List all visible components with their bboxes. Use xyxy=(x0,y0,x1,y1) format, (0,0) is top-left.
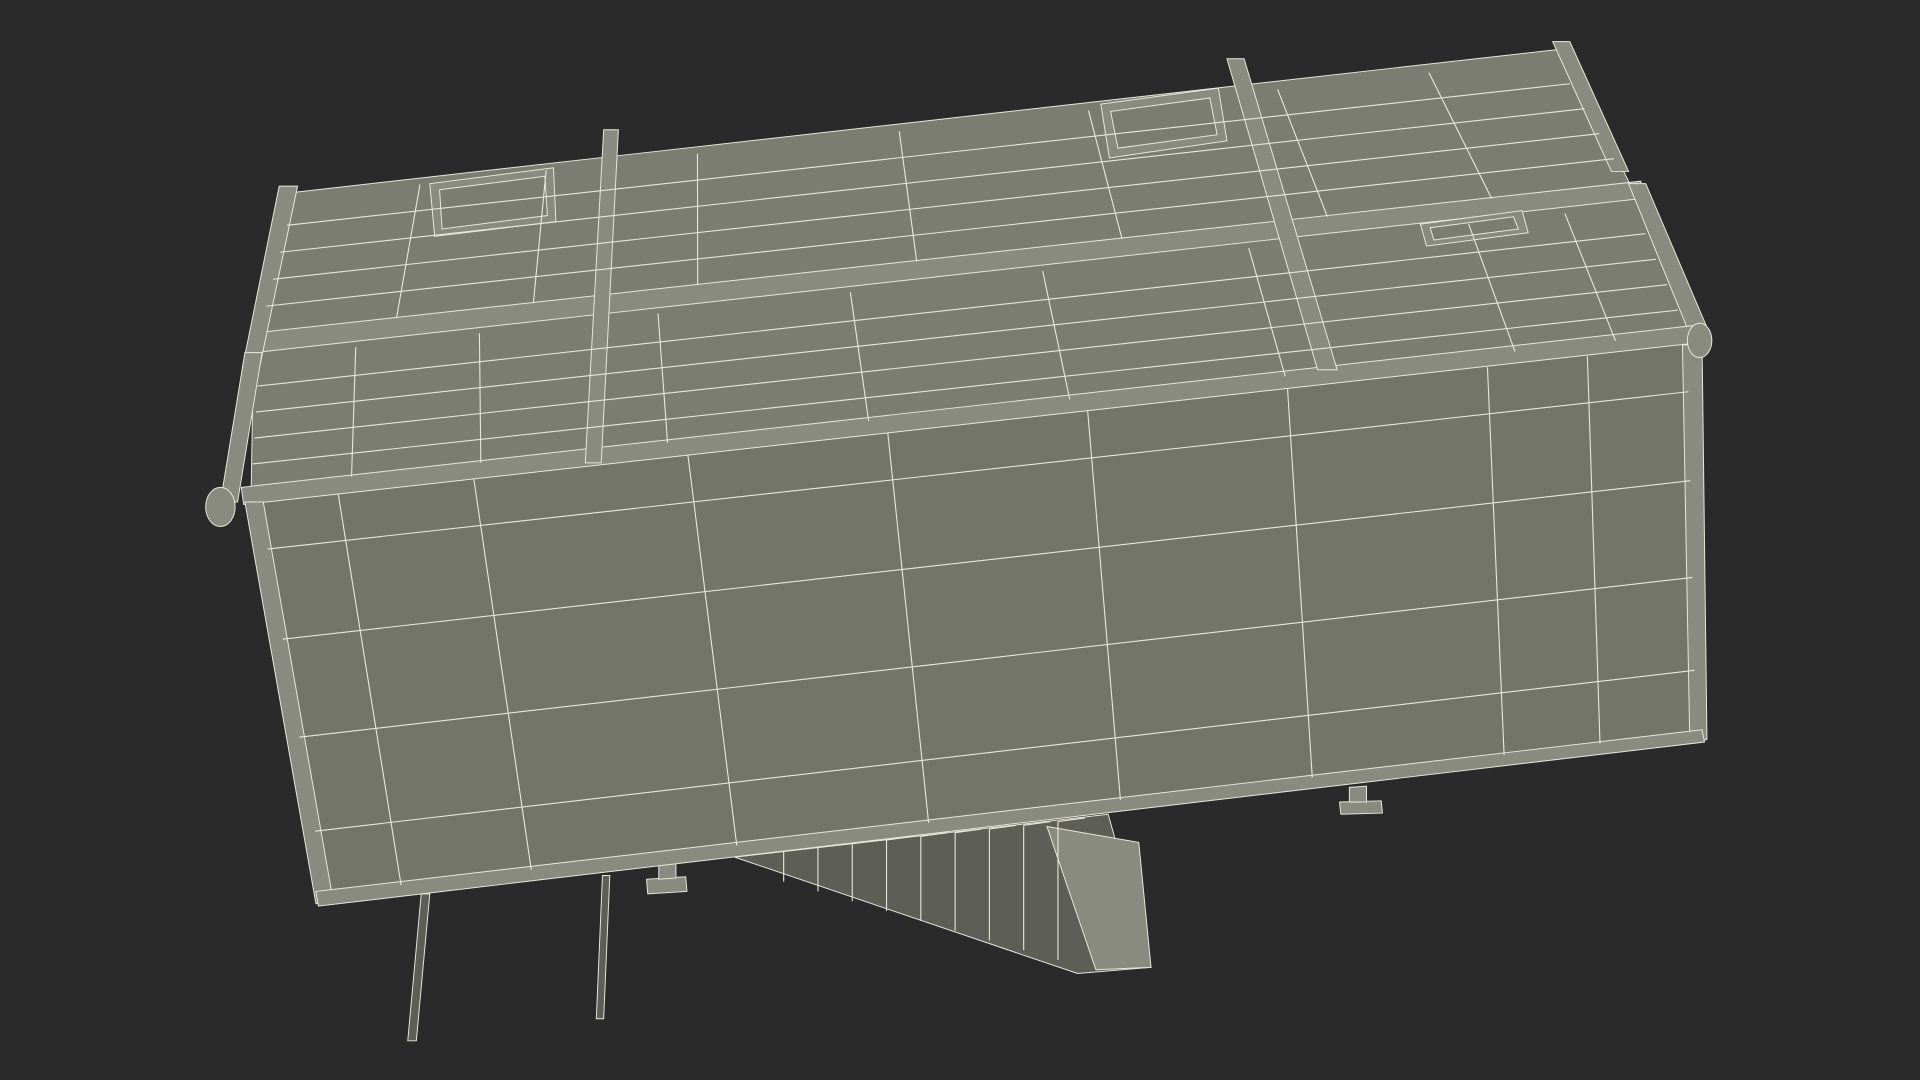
wireframe-render xyxy=(0,0,1920,1080)
corner-cap-right xyxy=(1686,322,1713,359)
corner-cap-left xyxy=(205,486,236,528)
3d-viewport[interactable] xyxy=(0,0,1920,1080)
